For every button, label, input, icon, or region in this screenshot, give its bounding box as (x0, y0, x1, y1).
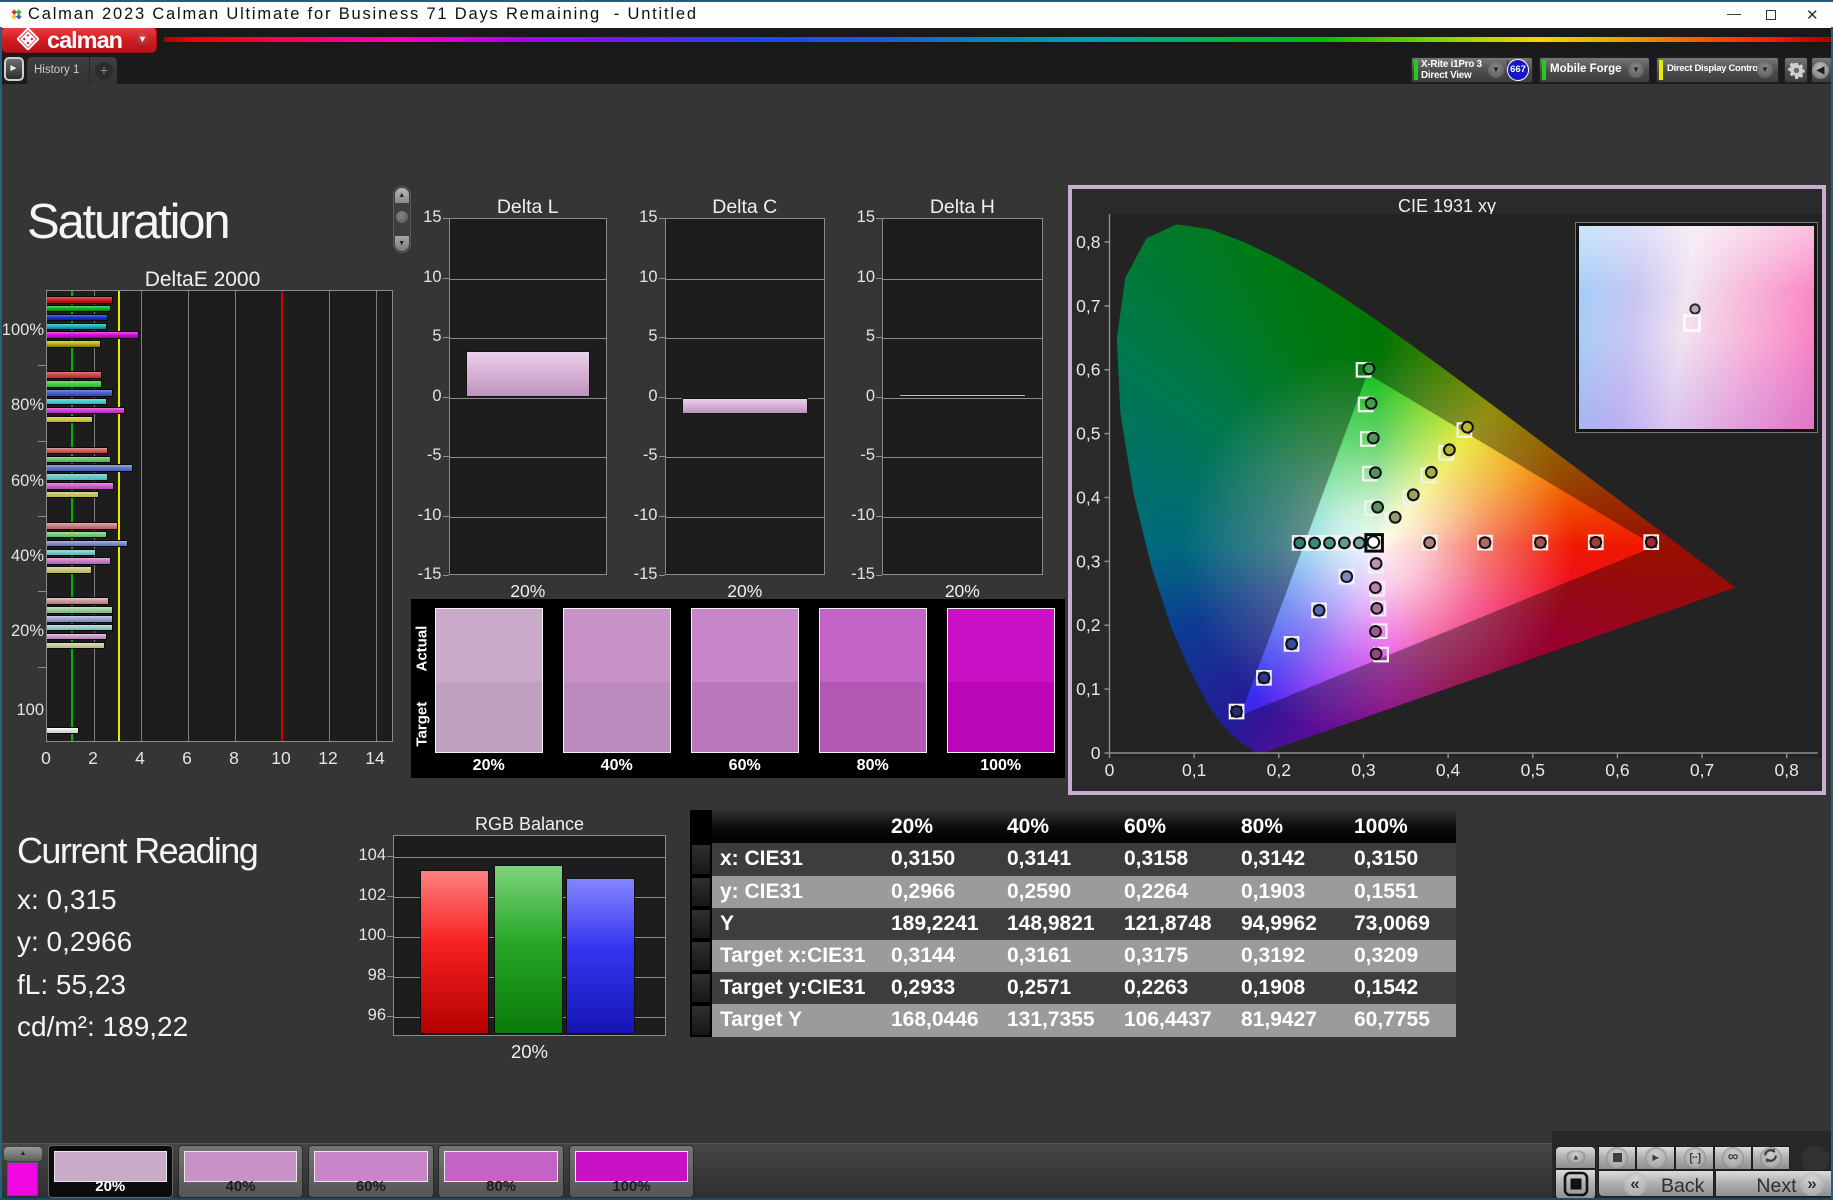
svg-text:0,8: 0,8 (1775, 760, 1799, 780)
svg-text:0,4: 0,4 (1436, 760, 1461, 780)
svg-text:0,7: 0,7 (1076, 296, 1100, 316)
svg-text:0,1: 0,1 (1182, 760, 1206, 780)
svg-text:0,8: 0,8 (1076, 232, 1100, 252)
svg-text:0,2: 0,2 (1076, 615, 1100, 635)
svg-text:0,5: 0,5 (1521, 760, 1545, 780)
svg-text:0,6: 0,6 (1605, 760, 1629, 780)
svg-text:0,3: 0,3 (1076, 551, 1100, 571)
svg-text:0,3: 0,3 (1351, 760, 1375, 780)
svg-text:0,5: 0,5 (1076, 424, 1100, 444)
svg-text:0: 0 (1091, 743, 1101, 763)
svg-text:0,1: 0,1 (1076, 679, 1100, 699)
svg-text:0,4: 0,4 (1076, 488, 1101, 508)
svg-text:0,2: 0,2 (1267, 760, 1291, 780)
svg-text:0,7: 0,7 (1690, 760, 1714, 780)
svg-text:0,6: 0,6 (1076, 360, 1100, 380)
svg-text:0: 0 (1105, 760, 1115, 780)
